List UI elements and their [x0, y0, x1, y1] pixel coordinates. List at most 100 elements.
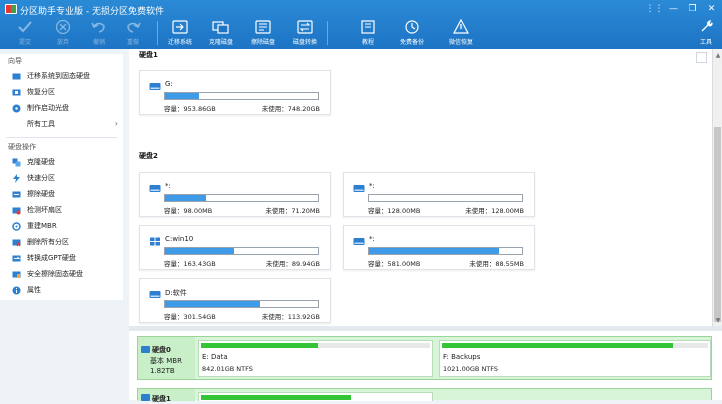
vertical-scrollbar[interactable]: ▲ ▼ [712, 49, 722, 326]
clone-disk-button[interactable]: 克隆磁盘 [205, 19, 237, 48]
partition-card-star3[interactable]: *: 容量：581.00MB 未使用：88.55MB [343, 225, 535, 270]
sidebar-item-migrate-ssd[interactable]: 迁移系统到固态硬盘 [0, 68, 123, 84]
redo-button[interactable]: 重做 [119, 19, 147, 48]
disk0-map[interactable]: 硬盘0 基本 MBR 1.82TB E: Data 842.01GB NTFS … [137, 336, 712, 380]
map-usage-fill [201, 343, 319, 348]
usage-fill [165, 195, 207, 201]
drive-icon [149, 83, 161, 90]
usage-bar [368, 194, 523, 202]
clone-icon [212, 19, 230, 35]
app-logo-icon [5, 4, 17, 14]
usage-bar [164, 194, 319, 202]
sidebar-item-delete-all[interactable]: 删除所有分区 [0, 234, 123, 250]
usage-bar [164, 92, 319, 100]
drive-icon [149, 185, 161, 192]
usage-fill [165, 301, 260, 307]
sidebar-item-secure-erase[interactable]: 安全擦除固态硬盘 [0, 266, 123, 282]
tutorial-button[interactable]: 教程 [354, 19, 382, 48]
tools-icon [12, 120, 21, 129]
sidebar-item-quick-partition[interactable]: 快速分区 [0, 170, 123, 186]
drive-icon [141, 346, 150, 353]
app-title: 分区助手专业版 - 无损分区免费软件 [20, 7, 164, 17]
menu-icon[interactable]: ⋮⋮ [646, 3, 664, 14]
wipe-icon [254, 19, 272, 35]
toolbar-separator [157, 21, 158, 45]
drive-icon [353, 238, 365, 245]
recover-icon [12, 88, 21, 97]
window-controls: ⋮⋮ — ❐ ✕ [646, 3, 718, 14]
partition-card-d[interactable]: D:软件 容量：301.54GB 未使用：113.92GB [139, 278, 331, 323]
free-backup-button[interactable]: 免费备份 [396, 19, 428, 48]
usage-fill [165, 93, 199, 99]
title-bar: 分区助手专业版 - 无损分区免费软件 ⋮⋮ — ❐ ✕ [0, 0, 722, 19]
bootdisc-icon [12, 104, 21, 113]
quick-partition-icon [12, 173, 21, 183]
view-toggle-icon[interactable] [696, 52, 707, 63]
disk1-label: 硬盘1 [139, 51, 158, 59]
usage-bar [164, 300, 319, 308]
scroll-thumb[interactable] [714, 127, 721, 322]
windows-icon [150, 237, 160, 246]
wechat-restore-button[interactable]: 微信恢复 [445, 19, 477, 48]
usage-fill [165, 248, 234, 254]
commit-button[interactable]: 提交 [11, 19, 39, 48]
convert-gpt-icon [12, 254, 21, 263]
secure-erase-icon [12, 270, 21, 279]
wipe-disk-icon [12, 190, 21, 199]
discard-button[interactable]: 放弃 [49, 19, 77, 48]
map-partition-f[interactable]: F: Backups 1021.00GB NTFS [439, 340, 711, 377]
scroll-up-icon[interactable]: ▲ [713, 50, 722, 60]
redo-icon [124, 19, 142, 35]
partition-card-star2[interactable]: *: 容量：128.00MB 未使用：128.00MB [343, 172, 535, 217]
map-usage-fill [442, 343, 673, 348]
bad-sector-icon [12, 206, 21, 215]
scroll-down-icon[interactable]: ▼ [713, 315, 722, 325]
check-icon [16, 19, 34, 35]
close-icon[interactable]: ✕ [705, 3, 718, 14]
undo-button[interactable]: 撤销 [85, 19, 113, 48]
x-circle-icon [54, 19, 72, 35]
disk-convert-button[interactable]: 磁盘转换 [289, 19, 321, 48]
migrate-ssd-icon [12, 72, 21, 81]
undo-icon [90, 19, 108, 35]
restore-icon [452, 19, 470, 35]
delete-all-icon [12, 238, 21, 247]
tools-button[interactable]: 工具 [695, 19, 717, 48]
toolbar-separator [327, 21, 328, 45]
wipe-disk-button[interactable]: 擦除磁盘 [247, 19, 279, 48]
drive-icon [149, 291, 161, 298]
sidebar-item-rebuild-mbr[interactable]: 重建MBR [0, 218, 123, 234]
sidebar-item-clone-disk[interactable]: 克隆硬盘 [0, 154, 123, 170]
info-icon [12, 286, 21, 295]
usage-bar [164, 247, 319, 255]
disk0-info[interactable]: 硬盘0 基本 MBR 1.82TB [138, 337, 195, 379]
sidebar-item-convert-gpt[interactable]: 转换成GPT硬盘 [0, 250, 123, 266]
partition-card-g[interactable]: G: 容量：953.86GB 未使用：748.20GB [139, 70, 331, 115]
migrate-os-button[interactable]: 迁移系统 [164, 19, 196, 48]
sidebar: 向导 迁移系统到固态硬盘 恢复分区 制作启动光盘 所有工具 › 硬盘操作 克隆硬… [0, 54, 123, 300]
divider [6, 132, 117, 138]
minimize-icon[interactable]: — [667, 3, 680, 14]
map-partition-e[interactable]: E: Data 842.01GB NTFS [198, 340, 433, 377]
sidebar-item-bad-sector[interactable]: 检测坏扇区 [0, 202, 123, 218]
wrench-icon [697, 19, 715, 35]
partition-card-star1[interactable]: *: 容量：98.00MB 未使用：71.20MB [139, 172, 331, 217]
disk1-info[interactable]: 硬盘1 [138, 389, 195, 403]
convert-icon [296, 19, 314, 35]
sidebar-item-all-tools[interactable]: 所有工具 › [0, 116, 123, 132]
disk1-map[interactable]: 硬盘1 [137, 388, 712, 403]
migrate-icon [171, 19, 189, 35]
usage-bar [368, 247, 523, 255]
sidebar-item-wipe-disk[interactable]: 擦除硬盘 [0, 186, 123, 202]
partition-card-c[interactable]: C:win10 容量：163.43GB 未使用：89.94GB [139, 225, 331, 270]
wizard-header: 向导 [8, 57, 22, 65]
book-icon [359, 19, 377, 35]
clone-disk-icon [12, 158, 21, 167]
usage-fill [369, 248, 500, 254]
sidebar-item-properties[interactable]: 属性 [0, 282, 123, 298]
drive-icon [353, 185, 365, 192]
disk2-label: 硬盘2 [139, 152, 158, 160]
maximize-icon[interactable]: ❐ [686, 3, 699, 14]
sidebar-item-boot-disc[interactable]: 制作启动光盘 [0, 100, 123, 116]
sidebar-item-recover-partition[interactable]: 恢复分区 [0, 84, 123, 100]
